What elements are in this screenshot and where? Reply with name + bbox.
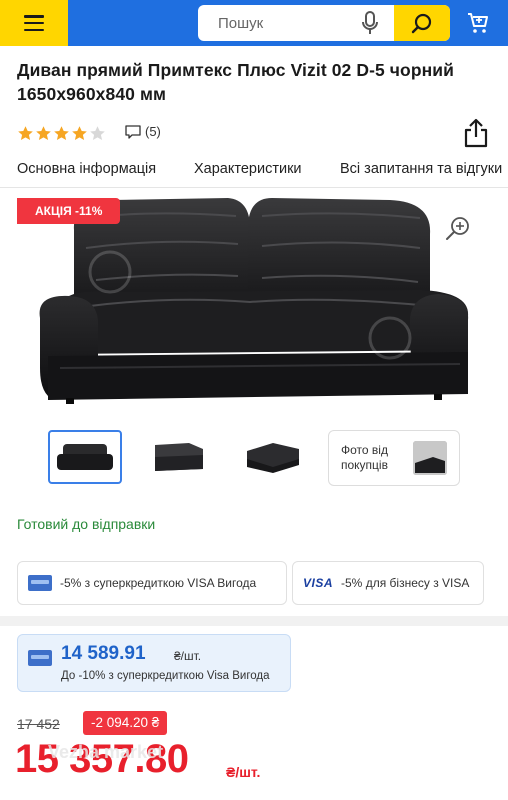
- thumbnail-2[interactable]: [142, 430, 216, 484]
- thumbnail-3[interactable]: [236, 430, 310, 484]
- thumbnail-image: [155, 443, 203, 471]
- credit-price-box[interactable]: 14 589.91 ₴/шт. До -10% з суперкредиткою…: [17, 634, 291, 692]
- card-icon: [28, 575, 52, 591]
- top-header: [0, 0, 508, 46]
- promo-badge: АКЦІЯ -11%: [17, 198, 121, 224]
- star-icon: [90, 125, 105, 140]
- old-price: 17 452: [17, 716, 60, 732]
- product-rating[interactable]: [17, 124, 106, 142]
- star-icon: [36, 125, 51, 140]
- offer-business-visa[interactable]: VISA -5% для бізнесу з VISA: [292, 561, 484, 605]
- cart-button[interactable]: [460, 8, 496, 38]
- star-icon: [18, 125, 33, 140]
- hamburger-icon: [24, 15, 44, 31]
- visa-icon: VISA: [303, 576, 334, 590]
- price-unit: ₴/шт.: [226, 764, 261, 780]
- star-icon: [72, 125, 87, 140]
- product-title: Диван прямий Примтекс Плюс Vizit 02 D-5 …: [17, 60, 455, 104]
- discount-badge: -2 094.20 ₴: [83, 711, 168, 735]
- tab-characteristics[interactable]: Характеристики: [194, 161, 302, 177]
- menu-button[interactable]: [0, 0, 68, 46]
- credit-price: 14 589.91: [61, 643, 146, 664]
- availability-status: Готовий до відправки: [17, 516, 156, 532]
- buyer-photos-button[interactable]: Фото від покупців: [328, 430, 460, 486]
- star-icon: [54, 125, 69, 140]
- search-bar: [198, 5, 450, 41]
- zoom-icon[interactable]: [444, 214, 472, 242]
- credit-price-unit: ₴/шт.: [174, 649, 202, 663]
- watermark-logo: Vezha market: [48, 742, 164, 762]
- buyer-photos-label: Фото від покупців: [341, 443, 388, 472]
- search-icon: [411, 13, 432, 34]
- search-button[interactable]: [394, 5, 450, 41]
- offer-supercard[interactable]: -5% з суперкредиткою VISA Вигода: [17, 561, 287, 605]
- thumbnail-image: [57, 444, 113, 470]
- tab-questions-reviews[interactable]: Всі запитання та відгуки: [340, 161, 502, 177]
- offer-text: -5% для бізнесу з VISA: [341, 576, 470, 590]
- share-icon[interactable]: [463, 118, 489, 148]
- comment-icon: [125, 124, 141, 139]
- tab-main-info[interactable]: Основна інформація: [17, 161, 156, 177]
- cart-icon: [468, 13, 488, 33]
- card-icon: [28, 650, 52, 666]
- offer-text: -5% з суперкредиткою VISA Вигода: [60, 576, 257, 590]
- thumbnail-image: [247, 443, 299, 473]
- product-tabs: Основна інформація Характеристики Всі за…: [0, 154, 508, 188]
- rating-stars: [17, 125, 106, 142]
- microphone-icon[interactable]: [360, 11, 380, 35]
- section-divider: [0, 616, 508, 626]
- buyer-photo-thumbnail: [413, 441, 447, 475]
- reviews-count: (5): [145, 124, 161, 139]
- thumbnail-1[interactable]: [48, 430, 122, 484]
- credit-note: До -10% з суперкредиткою Visa Вигода: [61, 670, 270, 682]
- reviews-link[interactable]: (5): [125, 124, 161, 139]
